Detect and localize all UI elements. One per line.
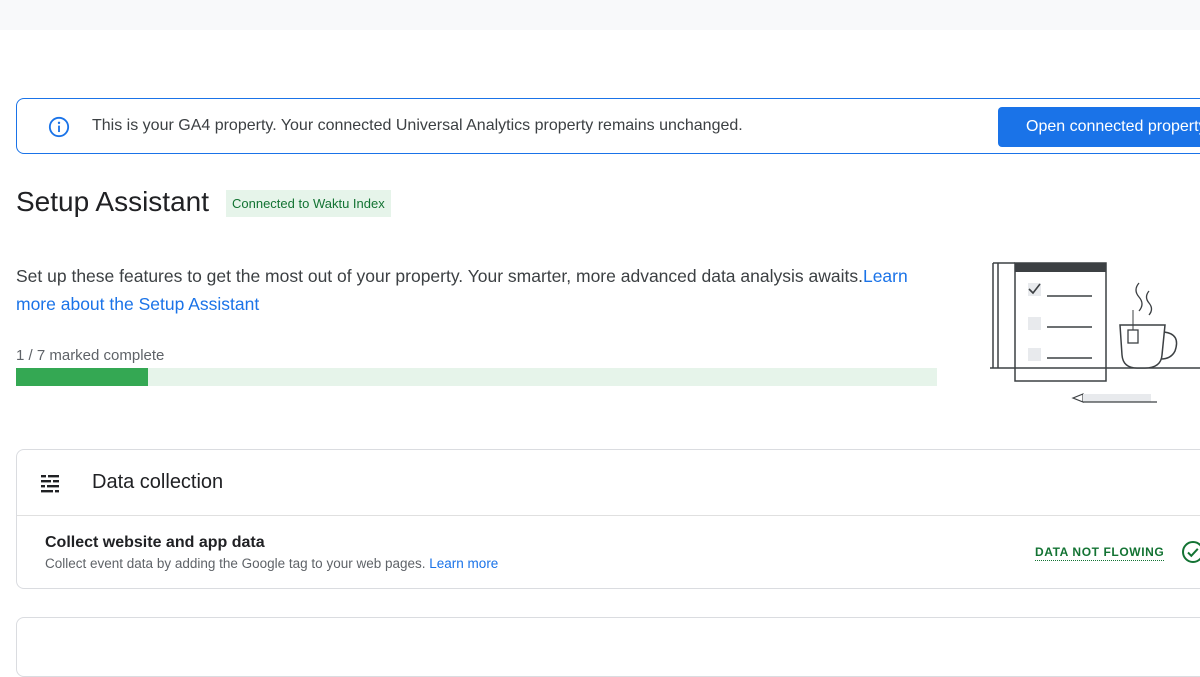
data-collection-title: Data collection <box>92 471 224 493</box>
connection-status-chip: Connected to Waktu Index <box>226 190 391 217</box>
page-title: Setup Assistant <box>16 186 210 217</box>
progress-label: 1 / 7 marked complete <box>16 347 165 364</box>
next-section-card <box>16 617 1200 677</box>
task-description-text: Collect event data by adding the Google … <box>45 556 426 571</box>
data-status-label[interactable]: DATA NOT FLOWING <box>1035 545 1165 561</box>
progress-bar-fill <box>16 368 148 386</box>
data-collection-icon <box>41 475 59 493</box>
open-connected-property-button[interactable]: Open connected property <box>998 107 1200 147</box>
collect-data-task-title: Collect website and app data <box>45 534 265 551</box>
intro-description: Set up these features to get the most ou… <box>16 262 916 318</box>
ga4-info-banner: This is your GA4 property. Your connecte… <box>16 98 1200 154</box>
data-collection-header: Data collection <box>17 450 1200 516</box>
progress-bar <box>16 368 937 386</box>
task-learn-more-link[interactable]: Learn more <box>429 556 498 571</box>
collect-data-task-description: Collect event data by adding the Google … <box>45 556 498 571</box>
banner-message: This is your GA4 property. Your connecte… <box>92 117 743 134</box>
check-circle-icon <box>1182 541 1200 563</box>
data-collection-card: Data collection Collect website and app … <box>16 449 1200 589</box>
setup-illustration <box>990 262 1200 403</box>
info-icon <box>48 116 70 138</box>
intro-text: Set up these features to get the most ou… <box>16 266 863 286</box>
top-bar <box>0 0 1200 30</box>
